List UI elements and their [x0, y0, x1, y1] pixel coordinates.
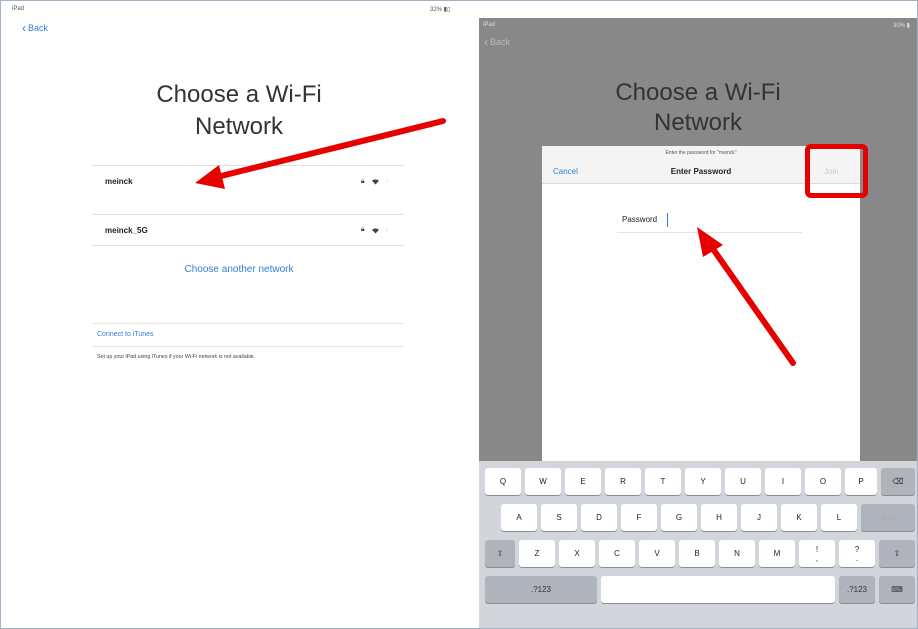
lock-icon: 🔒︎	[360, 226, 365, 233]
key-p[interactable]: P	[845, 468, 877, 495]
divider	[92, 323, 404, 324]
key-w[interactable]: W	[525, 468, 561, 495]
back-button: ‹ Back	[484, 34, 511, 49]
chevron-left-icon: ‹	[22, 20, 26, 35]
password-input[interactable]	[667, 212, 778, 227]
status-battery: 32% ▮▯	[430, 7, 451, 13]
divider	[92, 346, 404, 347]
key-i[interactable]: I	[765, 468, 801, 495]
back-label: Back	[28, 23, 49, 33]
numbers-key-left[interactable]: .?123	[485, 576, 597, 603]
key-t[interactable]: T	[645, 468, 681, 495]
lock-icon: 🔒︎	[360, 177, 365, 185]
key-s[interactable]: S	[541, 504, 577, 531]
key-e[interactable]: E	[565, 468, 601, 495]
backspace-key[interactable]: ⌫	[881, 468, 915, 495]
info-chevron-icon[interactable]: ›	[386, 178, 388, 185]
on-screen-keyboard: Q W E R T Y U I O P ⌫ A S D F G H J K L …	[479, 461, 917, 628]
page-title: Choose a Wi-Fi Network	[156, 81, 322, 140]
chevron-left-icon: ‹	[484, 34, 488, 49]
key-f[interactable]: F	[621, 504, 657, 531]
key-u[interactable]: U	[725, 468, 761, 495]
wifi-icon	[371, 227, 379, 233]
back-label: Back	[490, 37, 511, 47]
numbers-key-right[interactable]: .?123	[839, 576, 875, 603]
password-label: Password	[622, 215, 658, 224]
key-y[interactable]: Y	[685, 468, 721, 495]
network-row-meinck[interactable]: meinck 🔒︎ ›	[92, 165, 404, 197]
shift-key-left[interactable]: ⇧	[485, 540, 515, 567]
page-title: Choose a Wi-Fi Network	[615, 79, 781, 136]
connect-to-itunes-link[interactable]: Connect to iTunes	[97, 331, 154, 338]
password-row: Password	[617, 207, 802, 233]
key-l[interactable]: L	[821, 504, 857, 531]
key-h[interactable]: H	[701, 504, 737, 531]
key-k[interactable]: K	[781, 504, 817, 531]
shift-key-right[interactable]: ⇧	[879, 540, 915, 567]
key-x[interactable]: X	[559, 540, 595, 567]
itunes-description: Set up your iPad using iTunes if your Wi…	[97, 354, 256, 360]
key-d[interactable]: D	[581, 504, 617, 531]
wifi-list-screen: iPad 32% ▮▯ ‹ Back Choose a Wi-Fi Networ…	[2, 2, 476, 628]
status-battery: 30% ▮	[893, 23, 910, 29]
key-j[interactable]: J	[741, 504, 777, 531]
info-chevron-icon[interactable]: ›	[386, 227, 388, 234]
status-device-name: iPad	[483, 22, 496, 28]
hide-keyboard-key[interactable]: ⌨	[879, 576, 915, 603]
network-row-meinck-5g[interactable]: meinck_5G 🔒︎ ›	[92, 214, 404, 246]
key-m[interactable]: M	[759, 540, 795, 567]
key-v[interactable]: V	[639, 540, 675, 567]
network-name: meinck	[105, 177, 133, 186]
key-q[interactable]: Q	[485, 468, 521, 495]
key-r[interactable]: R	[605, 468, 641, 495]
space-key[interactable]	[601, 576, 835, 603]
key-c[interactable]: C	[599, 540, 635, 567]
key-exclaim-comma[interactable]: ! ,	[799, 540, 835, 567]
key-question-period[interactable]: ? .	[839, 540, 875, 567]
wifi-icon	[371, 179, 379, 185]
back-button[interactable]: ‹ Back	[22, 20, 49, 35]
key-o[interactable]: O	[805, 468, 841, 495]
key-a[interactable]: A	[501, 504, 537, 531]
key-b[interactable]: B	[679, 540, 715, 567]
join-highlight-box	[805, 144, 868, 198]
screenshot-canvas: iPad 32% ▮▯ ‹ Back Choose a Wi-Fi Networ…	[0, 0, 918, 629]
network-name: meinck_5G	[105, 225, 148, 235]
key-g[interactable]: G	[661, 504, 697, 531]
status-device-name: iPad	[12, 6, 25, 12]
key-n[interactable]: N	[719, 540, 755, 567]
key-z[interactable]: Z	[519, 540, 555, 567]
enter-password-screen: iPad 30% ▮ ‹ Back Choose a Wi-Fi Network…	[479, 18, 917, 628]
keyboard-join-key[interactable]: Join	[861, 504, 915, 531]
choose-another-network-link[interactable]: Choose another network	[2, 264, 476, 275]
